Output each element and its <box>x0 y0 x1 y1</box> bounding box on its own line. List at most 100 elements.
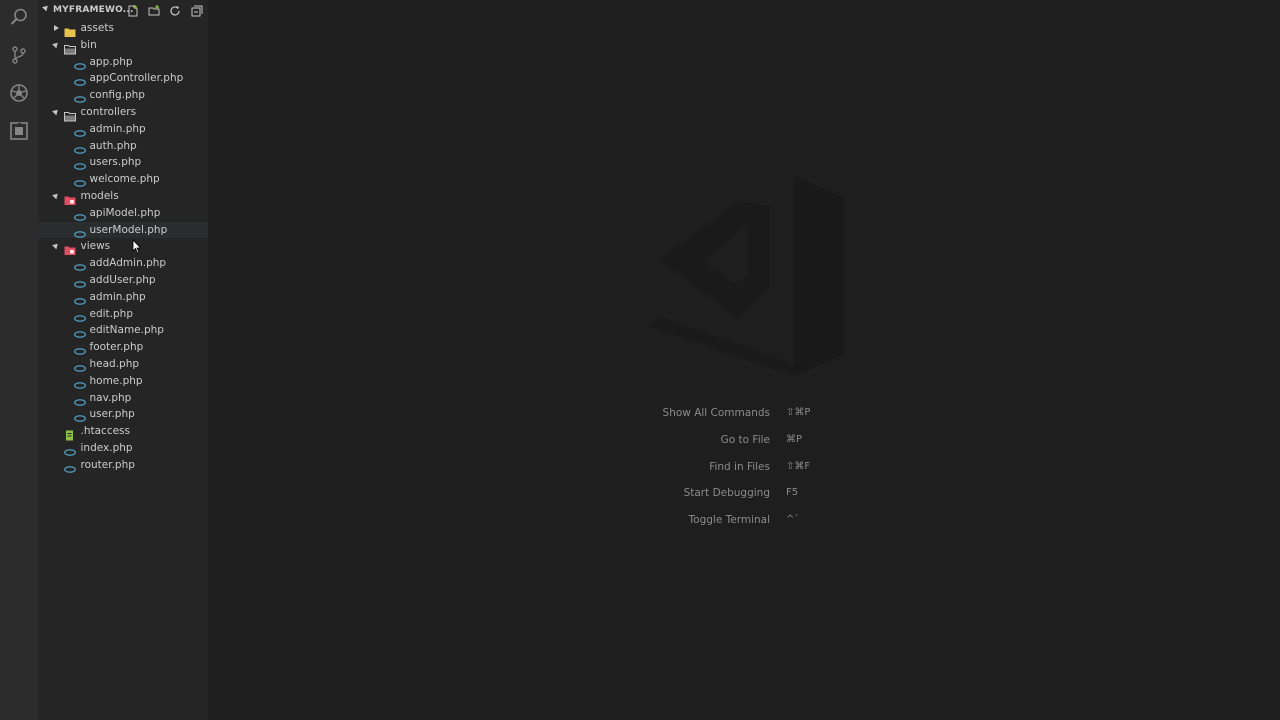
chevron-right-icon[interactable] <box>54 24 59 31</box>
php-file-icon <box>74 409 86 423</box>
file-row[interactable]: home.php <box>38 373 208 390</box>
chevron-down-icon[interactable] <box>52 107 60 116</box>
tree-item-label: welcome.php <box>89 173 160 186</box>
file-row[interactable]: app.php <box>38 54 208 71</box>
activity-bar <box>0 0 38 720</box>
tree-item-label: index.php <box>80 442 133 454</box>
extensions-icon[interactable] <box>8 120 30 142</box>
tree-item-label: userModel.php <box>89 223 168 236</box>
shortcut-label: Go to File <box>720 433 770 446</box>
php-file-icon <box>74 292 86 305</box>
file-row[interactable]: auth.php <box>38 138 208 155</box>
php-file-icon <box>74 393 86 406</box>
shortcut-keys: ⇧⌘P <box>786 407 811 418</box>
folder-row[interactable]: controllers <box>38 104 208 122</box>
models-folder-icon <box>64 191 76 205</box>
tree-item-label: views <box>80 240 111 253</box>
chevron-down-icon[interactable] <box>52 40 60 49</box>
php-file-icon <box>74 57 86 70</box>
php-file-icon <box>74 275 86 288</box>
chevron-down-icon[interactable] <box>52 242 60 250</box>
php-file-icon <box>74 309 86 322</box>
php-file-icon <box>74 174 86 188</box>
file-row[interactable]: users.php <box>38 154 208 171</box>
explorer-sidebar: MYFRAMEWO... assets bin app.php appControll… <box>38 0 208 720</box>
shortcut-keys: ⌘P <box>786 433 803 445</box>
tree-item-label: app.php <box>89 55 133 68</box>
explorer-root-title[interactable]: MYFRAMEWO... <box>53 5 134 15</box>
file-row[interactable]: editName.php <box>38 322 208 339</box>
folder-row[interactable]: bin <box>38 37 208 55</box>
explorer-header[interactable]: MYFRAMEWO... <box>38 0 208 22</box>
file-row[interactable]: apiModel.php <box>38 205 208 222</box>
tree-item-label: user.php <box>89 408 135 421</box>
file-row[interactable]: index.php <box>38 440 208 457</box>
tree-item-label: addUser.php <box>89 274 156 286</box>
shortcut-hint: Start Debugging F5 <box>600 487 900 503</box>
shortcut-label: Find in Files <box>709 460 770 473</box>
debug-icon[interactable] <box>8 82 30 104</box>
vscode-logo-watermark <box>648 176 844 376</box>
new-file-icon[interactable] <box>126 4 140 18</box>
new-folder-icon[interactable] <box>147 4 161 18</box>
tree-item-label: footer.php <box>89 341 144 354</box>
search-icon[interactable] <box>8 6 30 28</box>
file-row[interactable]: admin.php <box>38 121 208 138</box>
tree-item-label: router.php <box>80 458 135 471</box>
shortcut-label: Show All Commands <box>662 407 770 419</box>
tree-item-label: config.php <box>89 89 145 102</box>
tree-item-label: controllers <box>80 106 137 118</box>
tree-item-label: addAdmin.php <box>89 257 167 270</box>
refresh-icon[interactable] <box>168 4 182 18</box>
file-row[interactable]: user.php <box>38 406 208 423</box>
file-row[interactable]: config.php <box>38 87 208 104</box>
shortcut-hint: Toggle Terminal ^` <box>600 514 900 530</box>
shortcut-hint: Find in Files ⇧⌘F <box>600 461 900 477</box>
shortcut-label: Toggle Terminal <box>688 514 770 527</box>
chevron-down-icon[interactable] <box>42 3 50 12</box>
tree-item-label: admin.php <box>89 122 146 135</box>
tree-item-label: edit.php <box>89 307 133 320</box>
tree-item-label: editName.php <box>89 324 164 337</box>
source-control-icon[interactable] <box>8 44 30 66</box>
file-row[interactable]: head.php <box>38 356 208 373</box>
collapse-all-icon[interactable] <box>190 4 204 18</box>
php-file-icon <box>74 90 86 104</box>
shortcut-keys: ⇧⌘F <box>786 460 811 472</box>
file-row[interactable]: router.php <box>38 457 208 474</box>
php-file-icon <box>74 258 86 272</box>
htaccess-file-icon <box>64 426 76 441</box>
shortcut-keys: F5 <box>786 487 799 499</box>
php-file-icon <box>74 225 86 238</box>
tree-item-label: appController.php <box>89 72 184 85</box>
file-row[interactable]: footer.php <box>38 339 208 356</box>
tree-item-label: head.php <box>89 358 140 370</box>
shortcut-hint: Go to File ⌘P <box>600 434 900 450</box>
mouse-cursor-icon <box>132 238 142 258</box>
php-file-icon <box>74 208 86 221</box>
file-row[interactable]: admin.php <box>38 289 208 306</box>
tree-item-label: auth.php <box>89 139 137 152</box>
folder-row[interactable]: assets <box>38 20 208 37</box>
php-file-icon <box>74 157 86 171</box>
php-file-icon <box>64 443 76 456</box>
file-row[interactable]: .htaccess <box>38 423 208 441</box>
tree-item-label: home.php <box>89 374 143 387</box>
folder-open-icon <box>64 40 76 55</box>
php-file-icon <box>74 359 86 372</box>
tree-item-label: .htaccess <box>80 425 131 438</box>
chevron-down-icon[interactable] <box>52 191 60 200</box>
file-row[interactable]: edit.php <box>38 306 208 323</box>
file-row[interactable]: nav.php <box>38 390 208 407</box>
php-file-icon <box>74 141 86 154</box>
file-row[interactable]: addAdmin.php <box>38 255 208 272</box>
file-row[interactable]: appController.php <box>38 70 208 87</box>
folder-row[interactable]: models <box>38 188 208 205</box>
file-row[interactable]: welcome.php <box>38 171 208 188</box>
php-file-icon <box>74 342 86 356</box>
folder-row[interactable]: views <box>38 238 208 256</box>
folder-icon <box>64 23 76 37</box>
file-row[interactable]: addUser.php <box>38 272 208 289</box>
tree-item-label: assets <box>80 22 114 34</box>
file-row[interactable]: userModel.php <box>38 221 208 239</box>
